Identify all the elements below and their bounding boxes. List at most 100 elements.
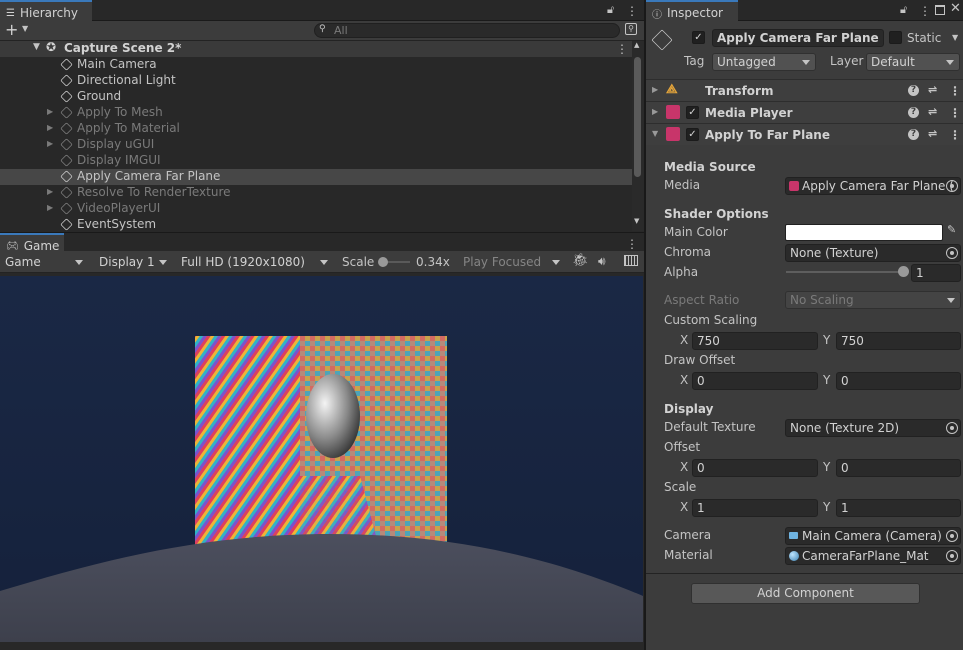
draw-offset-x-label: X: [680, 373, 689, 387]
apply-to-far-plane-enabled-checkbox[interactable]: ✓: [686, 128, 699, 141]
media-player-enabled-checkbox[interactable]: ✓: [686, 106, 699, 119]
custom-scaling-x-field[interactable]: 750: [692, 332, 818, 350]
help-icon[interactable]: ?: [908, 85, 919, 96]
collapse-arrow-icon[interactable]: ▶: [652, 85, 658, 94]
more-options-icon[interactable]: ⋮: [919, 5, 931, 17]
expand-arrow-icon[interactable]: ▶: [47, 139, 53, 148]
scale-y-label: Y: [823, 500, 831, 514]
component-menu-icon[interactable]: ⋮: [949, 107, 961, 119]
hierarchy-item[interactable]: Directional Light: [0, 73, 632, 89]
expand-arrow-icon[interactable]: ▶: [47, 123, 53, 132]
layer-select[interactable]: Default: [866, 53, 960, 71]
component-menu-icon[interactable]: ⋮: [949, 85, 961, 97]
draw-offset-x-field[interactable]: 0: [692, 372, 818, 390]
hierarchy-item[interactable]: Apply Camera Far Plane: [0, 169, 632, 185]
custom-scaling-y-field[interactable]: 750: [836, 332, 961, 350]
preset-icon[interactable]: ⇌: [928, 83, 937, 96]
static-label: Static: [907, 31, 942, 45]
apply-to-far-plane-component-header[interactable]: ▼ ✓ Apply To Far Plane ? ⇌ ⋮: [646, 123, 963, 145]
scroll-down-icon[interactable]: ▼: [634, 217, 639, 225]
expand-arrow-icon[interactable]: ▶: [47, 107, 53, 116]
help-icon[interactable]: ?: [908, 107, 919, 118]
lock-icon[interactable]: 🔓︎: [900, 3, 907, 17]
more-options-icon[interactable]: ⋮: [626, 5, 638, 17]
display-select[interactable]: Display 1: [94, 253, 173, 271]
draw-offset-y-field[interactable]: 0: [836, 372, 961, 390]
resolution-select[interactable]: Full HD (1920x1080): [176, 253, 334, 271]
search-options-icon[interactable]: ⚲: [625, 23, 637, 35]
camera-object-field[interactable]: Main Camera (Camera): [785, 527, 961, 545]
alpha-slider-thumb[interactable]: [898, 266, 909, 277]
scale-slider[interactable]: [378, 257, 410, 267]
play-mode-select[interactable]: Play Focused: [458, 253, 566, 271]
add-component-button[interactable]: Add Component: [691, 583, 920, 604]
aspect-ratio-select[interactable]: No Scaling: [785, 291, 961, 309]
scrollbar-thumb[interactable]: [634, 57, 641, 177]
chevron-down-icon[interactable]: ▼: [952, 33, 958, 42]
hierarchy-item[interactable]: Main Camera: [0, 57, 632, 73]
object-picker-icon[interactable]: [946, 180, 958, 192]
hierarchy-item[interactable]: ▶ Apply To Mesh: [0, 105, 632, 121]
expand-arrow-icon[interactable]: ▼: [652, 129, 658, 138]
material-object-field[interactable]: CameraFarPlane_Mat: [785, 547, 961, 565]
gameobject-active-checkbox[interactable]: ✓: [692, 31, 705, 44]
hierarchy-item[interactable]: ▶ Display uGUI: [0, 137, 632, 153]
add-icon[interactable]: +: [5, 20, 18, 39]
object-picker-icon[interactable]: [946, 247, 958, 259]
alpha-slider-track[interactable]: [786, 271, 904, 273]
eyedropper-icon[interactable]: ✎: [947, 223, 956, 236]
offset-x-field[interactable]: 0: [692, 459, 818, 477]
hierarchy-item[interactable]: EventSystem: [0, 217, 632, 233]
chevron-down-icon[interactable]: ▼: [22, 24, 28, 33]
tag-select[interactable]: Untagged: [712, 53, 816, 71]
offset-y-field[interactable]: 0: [836, 459, 961, 477]
scale-label: Scale: [342, 255, 375, 269]
collapse-arrow-icon[interactable]: ▶: [652, 107, 658, 116]
stats-grid-icon[interactable]: [624, 255, 638, 266]
hierarchy-tab[interactable]: ☰ Hierarchy: [0, 0, 92, 22]
component-menu-icon[interactable]: ⋮: [949, 129, 961, 141]
scroll-up-icon[interactable]: ▲: [634, 41, 639, 49]
close-icon[interactable]: ✕: [950, 1, 961, 16]
inspector-tab[interactable]: ⓘ Inspector: [646, 0, 738, 22]
scene-menu-icon[interactable]: ⋮: [616, 43, 628, 55]
hierarchy-item[interactable]: ▶ Apply To Material: [0, 121, 632, 137]
alpha-value-field[interactable]: 1: [911, 264, 961, 282]
expand-arrow-icon[interactable]: ▶: [47, 187, 53, 196]
object-picker-icon[interactable]: [946, 530, 958, 542]
more-options-icon[interactable]: ⋮: [626, 238, 638, 250]
media-player-component-header[interactable]: ▶ ✓ Media Player ? ⇌ ⋮: [646, 101, 963, 123]
hierarchy-item[interactable]: Display IMGUI: [0, 153, 632, 169]
expand-arrow-icon[interactable]: ▶: [47, 203, 53, 212]
gameobject-name-field[interactable]: Apply Camera Far Plane: [712, 29, 884, 47]
hierarchy-search-input[interactable]: ⚲ All: [314, 23, 620, 38]
hierarchy-tabbar: ☰ Hierarchy 🔓︎ ⋮: [0, 0, 644, 22]
expand-arrow-icon[interactable]: ▼: [33, 42, 40, 52]
main-color-swatch[interactable]: [785, 224, 943, 241]
scene-row[interactable]: ▼ ✪ Capture Scene 2* ⋮: [0, 40, 632, 57]
scale-y-field[interactable]: 1: [836, 499, 961, 517]
transform-component-header[interactable]: ▶ ⟁ Transform ? ⇌ ⋮: [646, 79, 963, 101]
bug-icon[interactable]: 🐞︎: [572, 253, 589, 268]
help-icon[interactable]: ?: [908, 129, 919, 140]
scale-slider-thumb[interactable]: [378, 257, 388, 267]
static-checkbox[interactable]: [889, 31, 902, 44]
maximize-icon[interactable]: [935, 5, 945, 15]
scale-x-field[interactable]: 1: [692, 499, 818, 517]
object-picker-icon[interactable]: [946, 550, 958, 562]
hierarchy-item[interactable]: Ground: [0, 89, 632, 105]
preset-icon[interactable]: ⇌: [928, 105, 937, 118]
hierarchy-scrollbar[interactable]: ▲ ▼: [632, 41, 644, 231]
hierarchy-item[interactable]: ▶ Resolve To RenderTexture: [0, 185, 632, 201]
game-viewport[interactable]: [0, 276, 643, 642]
hierarchy-item[interactable]: ▶ VideoPlayerUI: [0, 201, 632, 217]
audio-icon[interactable]: 🔊︎: [598, 254, 606, 269]
preset-icon[interactable]: ⇌: [928, 127, 937, 140]
default-texture-field[interactable]: None (Texture 2D): [785, 419, 961, 437]
gameobject-cube-icon: [60, 154, 73, 167]
object-picker-icon[interactable]: [946, 422, 958, 434]
media-object-field[interactable]: Apply Camera Far Plane (: [785, 177, 961, 195]
game-view-select[interactable]: Game: [0, 253, 89, 271]
lock-icon[interactable]: 🔓︎: [607, 3, 614, 17]
chroma-object-field[interactable]: None (Texture): [785, 244, 961, 262]
